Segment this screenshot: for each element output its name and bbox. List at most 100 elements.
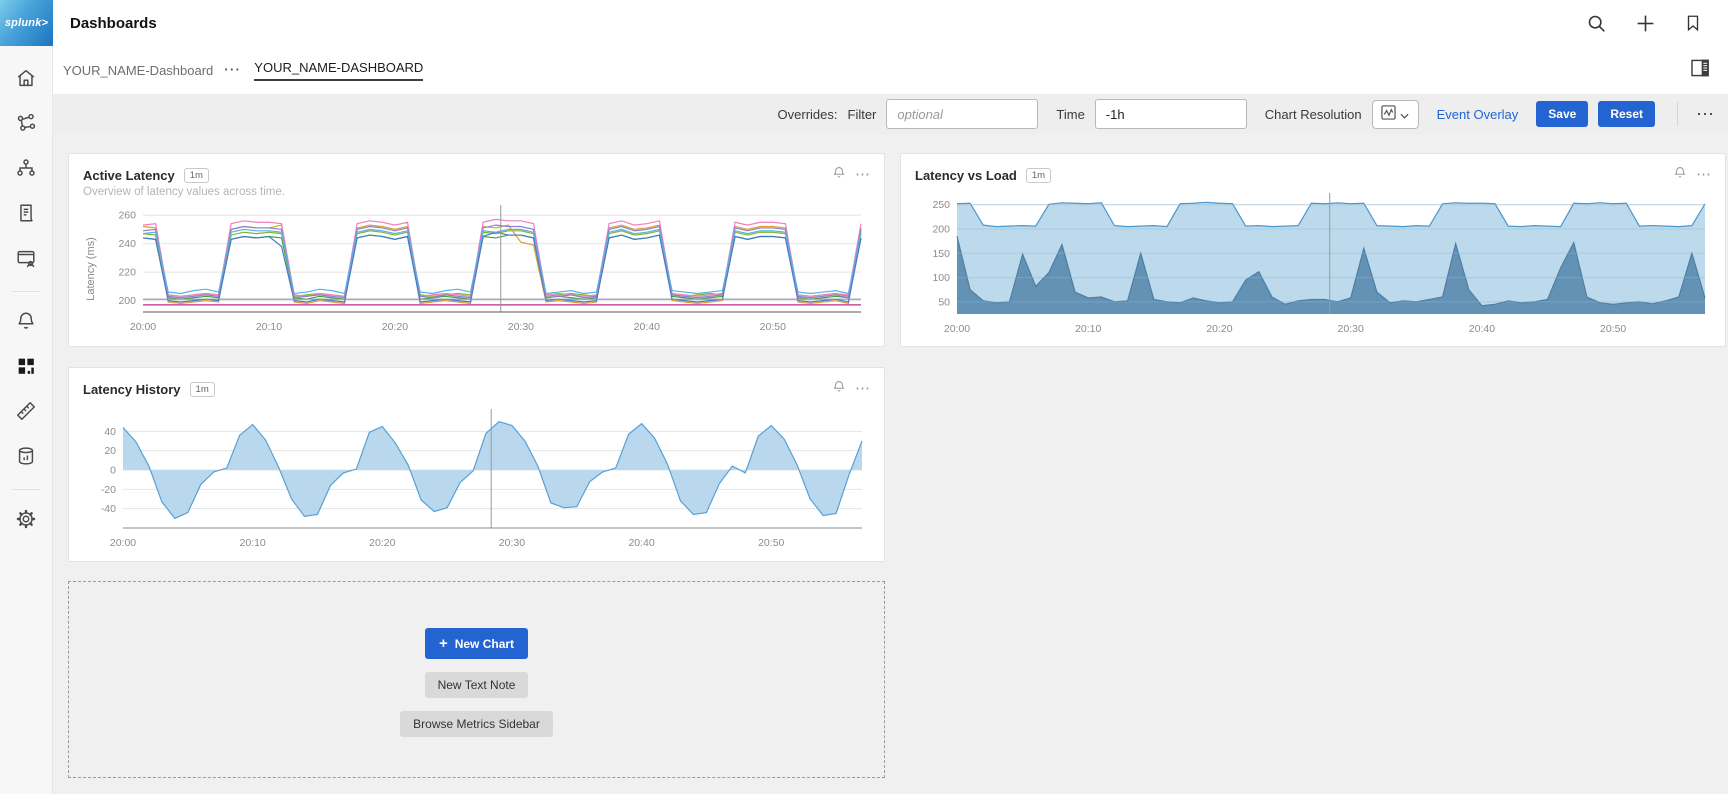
latency-vs-load-chart[interactable]: 5010015020025020:0020:1020:2020:3020:402… xyxy=(915,186,1711,342)
breadcrumb-group[interactable]: YOUR_NAME-Dashboard xyxy=(63,63,213,78)
svg-text:20:30: 20:30 xyxy=(499,537,525,549)
svg-text:240: 240 xyxy=(118,238,136,250)
sidebar-item-alerts[interactable] xyxy=(9,307,43,339)
svg-text:200: 200 xyxy=(118,295,136,307)
data-management-icon xyxy=(15,445,37,472)
svg-text:220: 220 xyxy=(118,267,136,279)
resolution-badge: 1m xyxy=(1026,168,1051,183)
top-bar: Dashboards xyxy=(53,0,1728,46)
sidebar-item-data-management[interactable] xyxy=(9,442,43,474)
chart-card-latency-history: Latency History 1m ⋯ -40-200204020:0020:… xyxy=(68,367,885,562)
sidebar-item-infrastructure[interactable] xyxy=(9,154,43,186)
y-axis-label: Latency (ms) xyxy=(83,202,99,336)
log-observer-icon xyxy=(15,202,37,229)
chart-resolution-dropdown[interactable] xyxy=(1372,100,1419,129)
page-title: Dashboards xyxy=(53,15,157,32)
chart-resolution-label: Chart Resolution xyxy=(1265,107,1362,122)
metrics-ruler-icon xyxy=(15,400,37,427)
new-text-note-button[interactable]: New Text Note xyxy=(425,672,529,698)
svg-text:20:50: 20:50 xyxy=(760,321,786,333)
browse-metrics-sidebar-button[interactable]: Browse Metrics Sidebar xyxy=(400,711,553,737)
svg-text:20:50: 20:50 xyxy=(758,537,784,549)
panel-toggle-icon[interactable] xyxy=(1691,59,1710,82)
svg-text:20:40: 20:40 xyxy=(1469,323,1495,335)
active-latency-chart[interactable]: 200 220 240 260 20:00 20:10 20:20 20:30 20:40 20:… xyxy=(99,202,870,336)
chart-more-icon[interactable]: ⋯ xyxy=(1696,170,1711,180)
filter-input[interactable] xyxy=(886,99,1038,129)
sidebar-item-apm[interactable] xyxy=(9,109,43,141)
svg-text:100: 100 xyxy=(932,272,950,284)
overrides-divider xyxy=(1677,102,1678,126)
tab-dashboard-active[interactable]: YOUR_NAME-DASHBOARD xyxy=(254,60,423,81)
sidebar-item-dashboards[interactable] xyxy=(9,352,43,384)
svg-text:20:20: 20:20 xyxy=(1206,323,1232,335)
svg-text:20:00: 20:00 xyxy=(110,537,136,549)
chart-card-latency-vs-load: Latency vs Load 1m ⋯ 5010015020025020:00… xyxy=(900,153,1726,347)
save-button[interactable]: Save xyxy=(1536,101,1588,127)
breadcrumb-row: YOUR_NAME-Dashboard ⋯ YOUR_NAME-DASHBOAR… xyxy=(53,46,1728,94)
sidebar-item-rum[interactable] xyxy=(9,244,43,276)
svg-text:20:00: 20:00 xyxy=(130,321,156,333)
chart-title: Latency vs Load xyxy=(915,168,1017,183)
svg-text:40: 40 xyxy=(104,426,116,438)
chart-card-active-latency: Active Latency 1m ⋯ Overview of latency … xyxy=(68,153,885,347)
dashboard-content: Active Latency 1m ⋯ Overview of latency … xyxy=(53,134,1728,794)
sidebar-item-settings[interactable] xyxy=(9,505,43,537)
svg-text:20:40: 20:40 xyxy=(628,537,654,549)
bell-icon[interactable] xyxy=(832,379,846,399)
alerts-bell-icon xyxy=(15,310,37,337)
app-root: splunk> Dashboards xyxy=(0,0,1728,794)
time-label: Time xyxy=(1056,107,1084,122)
svg-text:0: 0 xyxy=(110,465,116,477)
main-area: YOUR_NAME-Dashboard ⋯ YOUR_NAME-DASHBOAR… xyxy=(53,46,1728,794)
breadcrumb-more-icon[interactable]: ⋯ xyxy=(223,65,240,75)
infrastructure-icon xyxy=(15,157,37,184)
svg-text:20:20: 20:20 xyxy=(369,537,395,549)
chevron-down-icon xyxy=(1400,107,1409,122)
svg-text:20: 20 xyxy=(104,445,116,457)
plus-icon[interactable] xyxy=(1635,13,1656,34)
plus-icon: + xyxy=(439,635,448,652)
svg-text:250: 250 xyxy=(932,199,950,211)
sidebar-divider xyxy=(12,489,40,490)
top-bar-actions xyxy=(1586,13,1728,34)
svg-text:20:40: 20:40 xyxy=(634,321,660,333)
splunk-logo[interactable]: splunk> xyxy=(0,0,53,46)
overrides-label: Overrides: xyxy=(778,107,838,122)
chart-more-icon[interactable]: ⋯ xyxy=(855,384,870,394)
event-overlay-link[interactable]: Event Overlay xyxy=(1437,107,1519,122)
sidebar-item-log-observer[interactable] xyxy=(9,199,43,231)
chart-more-icon[interactable]: ⋯ xyxy=(855,170,870,180)
sidebar-item-home[interactable] xyxy=(9,64,43,96)
chart-title: Active Latency xyxy=(83,168,175,183)
resolution-badge: 1m xyxy=(184,168,209,183)
resolution-badge: 1m xyxy=(190,382,215,397)
network-apm-icon xyxy=(15,112,37,139)
time-input[interactable] xyxy=(1095,99,1247,129)
svg-text:20:10: 20:10 xyxy=(256,321,282,333)
sidebar-divider xyxy=(12,291,40,292)
reset-button[interactable]: Reset xyxy=(1598,101,1655,127)
svg-text:260: 260 xyxy=(118,210,136,222)
svg-text:20:30: 20:30 xyxy=(1338,323,1364,335)
new-chart-button[interactable]: + New Chart xyxy=(425,628,528,659)
svg-text:20:10: 20:10 xyxy=(1075,323,1101,335)
svg-text:20:10: 20:10 xyxy=(240,537,266,549)
bell-icon[interactable] xyxy=(1673,165,1687,185)
svg-text:20:30: 20:30 xyxy=(508,321,534,333)
dashboards-grid-icon xyxy=(15,355,37,382)
svg-text:200: 200 xyxy=(932,224,950,236)
left-sidebar xyxy=(0,46,53,794)
svg-text:150: 150 xyxy=(932,248,950,260)
search-icon[interactable] xyxy=(1586,13,1607,34)
rum-icon xyxy=(15,247,37,274)
chart-title: Latency History xyxy=(83,382,181,397)
latency-history-chart[interactable]: -40-200204020:0020:1020:2020:3020:4020:5… xyxy=(83,400,870,558)
chart-subtitle: Overview of latency values across time. xyxy=(83,186,870,202)
bell-icon[interactable] xyxy=(832,165,846,185)
home-icon xyxy=(15,67,37,94)
sidebar-item-metrics[interactable] xyxy=(9,397,43,429)
bookmark-icon[interactable] xyxy=(1684,13,1702,33)
overrides-more-icon[interactable]: ⋯ xyxy=(1696,109,1714,119)
svg-text:20:20: 20:20 xyxy=(382,321,408,333)
